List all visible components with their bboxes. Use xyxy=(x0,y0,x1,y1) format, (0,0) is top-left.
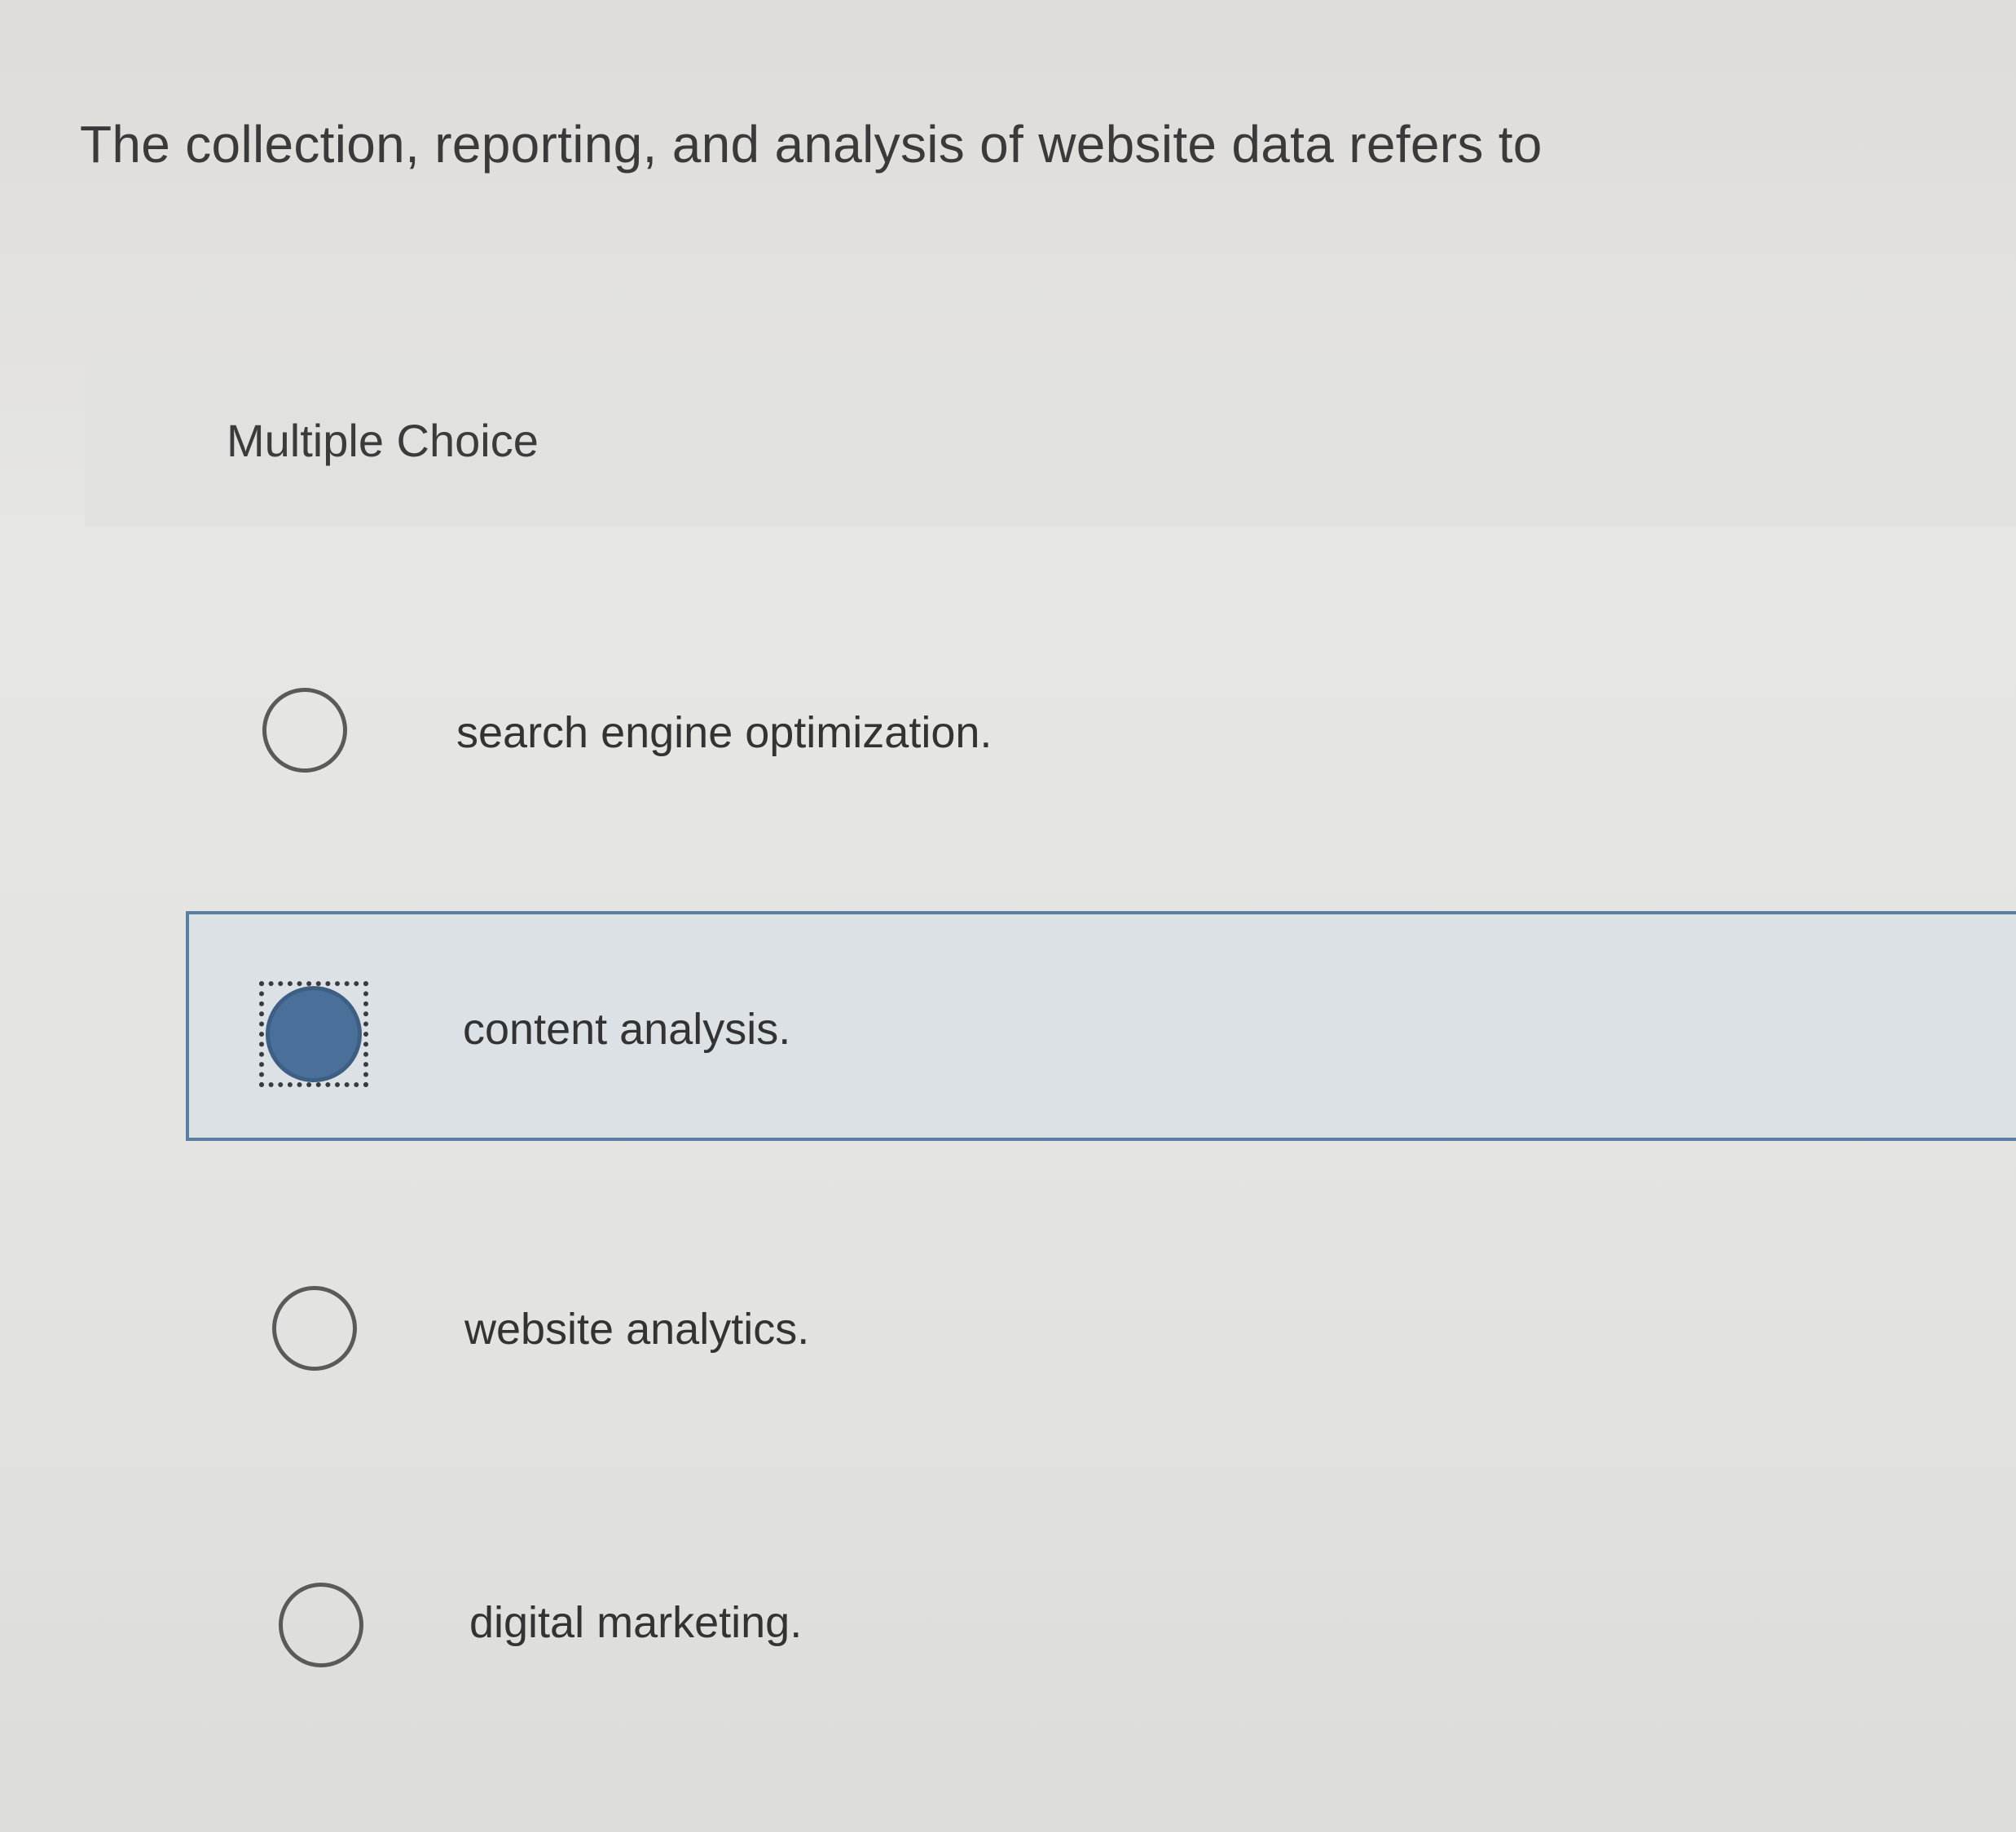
option-label[interactable]: search engine optimization. xyxy=(456,707,992,758)
option-label[interactable]: digital marketing. xyxy=(469,1597,802,1648)
option-search-engine-optimization[interactable]: search engine optimization. xyxy=(0,676,2016,888)
option-website-analytics[interactable]: website analytics. xyxy=(0,1271,2016,1483)
option-label[interactable]: content analysis. xyxy=(463,1004,790,1055)
radio-button[interactable] xyxy=(262,688,347,773)
question-text: The collection, reporting, and analysis … xyxy=(80,115,1543,174)
option-digital-marketing[interactable]: digital marketing. xyxy=(0,1565,2016,1777)
radio-button-selected[interactable] xyxy=(266,986,362,1082)
option-content-analysis[interactable]: content analysis. xyxy=(0,911,2016,1123)
option-label[interactable]: website analytics. xyxy=(464,1304,809,1354)
radio-button[interactable] xyxy=(272,1286,357,1371)
multiple-choice-label: Multiple Choice xyxy=(227,415,539,466)
radio-button[interactable] xyxy=(279,1583,363,1667)
